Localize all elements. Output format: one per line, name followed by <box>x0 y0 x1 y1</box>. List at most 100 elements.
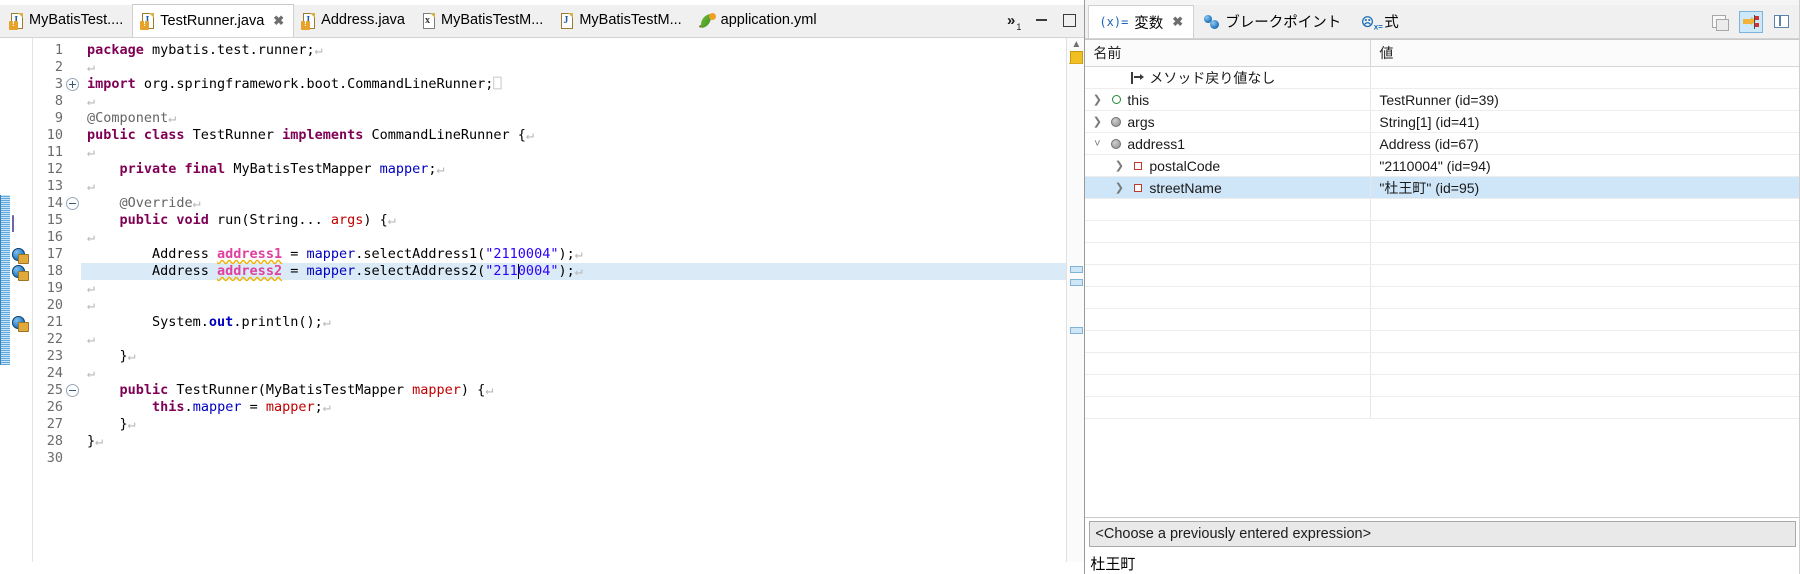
variable-value-cell[interactable] <box>1371 199 1800 220</box>
overview-marker-3[interactable] <box>1070 327 1084 334</box>
code-text-area[interactable]: package mybatis.test.runner;↵ ↵ import org… <box>81 38 1067 562</box>
variables-row[interactable] <box>1085 353 1800 375</box>
code-line[interactable]: ↵ <box>81 144 1066 161</box>
variable-name-cell[interactable]: ❯ args <box>1085 111 1372 132</box>
variable-name-cell[interactable] <box>1085 375 1372 396</box>
column-header-name[interactable]: 名前 <box>1085 40 1372 66</box>
variable-name-cell[interactable]: ❯ streetName <box>1085 177 1372 198</box>
editor-tab-3[interactable]: x MyBatisTestM... <box>414 4 552 37</box>
variables-row[interactable]: ❯ streetName "杜王町" (id=95) <box>1085 177 1800 199</box>
overview-scroll-up-icon[interactable]: ▲ <box>1071 40 1081 50</box>
fold-toggle-minus[interactable] <box>66 197 79 210</box>
variable-value-cell[interactable] <box>1371 375 1800 396</box>
editor-tab-2[interactable]: J Address.java <box>294 4 414 37</box>
expression-combo[interactable]: <Choose a previously entered expression> <box>1089 521 1796 547</box>
overview-marker-2[interactable] <box>1070 279 1084 286</box>
variable-name-cell[interactable]: ❯ postalCode <box>1085 155 1372 176</box>
variables-row[interactable] <box>1085 375 1800 397</box>
maximize-icon[interactable] <box>1063 14 1077 27</box>
variable-name-cell[interactable] <box>1085 221 1372 242</box>
variable-value-cell[interactable] <box>1371 353 1800 374</box>
debug-tab-2[interactable]: ☹x= 式 <box>1351 5 1409 38</box>
close-icon[interactable]: ✖ <box>1172 14 1183 30</box>
code-line[interactable]: public void run(String... args) {↵ <box>81 212 1066 229</box>
debug-tab-1[interactable]: ブレークポイント <box>1194 5 1351 38</box>
code-line[interactable]: ↵ <box>81 365 1066 382</box>
variables-table[interactable]: 名前 値 メソッド戻り値なし ❯ this TestRunner (id=39) ❯ ar… <box>1085 40 1800 517</box>
variables-row[interactable] <box>1085 199 1800 221</box>
variable-value-cell[interactable]: Address (id=67) <box>1371 133 1800 154</box>
code-line[interactable]: @Override↵ <box>81 195 1066 212</box>
variables-row[interactable] <box>1085 265 1800 287</box>
variable-name-cell[interactable] <box>1085 265 1372 286</box>
breakpoint-marker[interactable] <box>12 316 29 332</box>
editor-tab-5[interactable]: application.yml <box>691 4 826 37</box>
variable-name-cell[interactable]: ˅ address1 <box>1085 133 1372 154</box>
code-line[interactable]: ↵ <box>81 331 1066 348</box>
code-line[interactable]: }↵ <box>81 433 1066 450</box>
tree-twisty-icon[interactable]: ❯ <box>1111 181 1127 194</box>
tab-overflow-button[interactable]: » 1 <box>1007 12 1021 32</box>
code-line[interactable]: package mybatis.test.runner;↵ <box>81 42 1066 59</box>
column-header-value[interactable]: 値 <box>1371 40 1800 66</box>
variables-row[interactable] <box>1085 397 1800 419</box>
debug-tab-0[interactable]: (x)= 変数 ✖ <box>1088 5 1195 38</box>
folding-ruler[interactable] <box>65 38 81 562</box>
variable-value-cell[interactable] <box>1371 67 1800 88</box>
code-line[interactable]: ↵ <box>81 178 1066 195</box>
minimize-icon[interactable] <box>1035 15 1049 27</box>
variable-value-cell[interactable]: "杜王町" (id=95) <box>1371 177 1800 198</box>
variable-value-cell[interactable] <box>1371 265 1800 286</box>
editor-tab-1[interactable]: J TestRunner.java ✖ <box>132 4 295 37</box>
variable-name-cell[interactable] <box>1085 353 1372 374</box>
variable-value-cell[interactable] <box>1371 287 1800 308</box>
variables-row[interactable]: ˅ address1 Address (id=67) <box>1085 133 1800 155</box>
editor-tab-4[interactable]: J MyBatisTestM... <box>552 4 690 37</box>
variables-row[interactable]: ❯ args String[1] (id=41) <box>1085 111 1800 133</box>
variable-value-cell[interactable] <box>1371 331 1800 352</box>
close-icon[interactable]: ✖ <box>273 13 284 29</box>
variables-row[interactable] <box>1085 309 1800 331</box>
code-line[interactable]: ↵ <box>81 297 1066 314</box>
variables-row[interactable]: ❯ postalCode "2110004" (id=94) <box>1085 155 1800 177</box>
fold-toggle-minus[interactable] <box>66 384 79 397</box>
code-line[interactable]: ↵ <box>81 59 1066 76</box>
tree-twisty-icon[interactable]: ❯ <box>1089 93 1105 106</box>
fold-toggle-plus[interactable] <box>66 78 79 91</box>
code-line[interactable]: Address address2 = mapper.selectAddress2… <box>81 263 1067 280</box>
code-line[interactable]: private final MyBatisTestMapper mapper;↵ <box>81 161 1066 178</box>
variable-name-cell[interactable]: メソッド戻り値なし <box>1085 67 1372 88</box>
show-logical-structure-button[interactable] <box>1739 10 1763 33</box>
variable-value-cell[interactable]: String[1] (id=41) <box>1371 111 1800 132</box>
variables-row[interactable]: ❯ this TestRunner (id=39) <box>1085 89 1800 111</box>
code-line[interactable]: import org.springframework.boot.CommandL… <box>81 76 1066 93</box>
variables-row[interactable] <box>1085 221 1800 243</box>
collapse-all-button[interactable] <box>1708 11 1732 33</box>
variable-value-cell[interactable] <box>1371 309 1800 330</box>
variable-value-cell[interactable] <box>1371 397 1800 418</box>
variable-value-cell[interactable] <box>1371 243 1800 264</box>
tree-twisty-icon[interactable]: ❯ <box>1089 115 1105 128</box>
overview-ruler[interactable]: ▲ <box>1066 38 1085 562</box>
breakpoint-marker[interactable] <box>12 265 29 281</box>
code-line[interactable] <box>81 450 1066 467</box>
variable-name-cell[interactable]: ❯ this <box>1085 89 1372 110</box>
editor-tab-0[interactable]: J MyBatisTest.... <box>2 4 132 37</box>
code-line[interactable]: public class TestRunner implements Comma… <box>81 127 1066 144</box>
view-menu-button[interactable] <box>1770 11 1794 33</box>
code-line[interactable]: ↵ <box>81 280 1066 297</box>
variables-row[interactable] <box>1085 243 1800 265</box>
variables-row[interactable] <box>1085 287 1800 309</box>
code-line[interactable]: }↵ <box>81 416 1066 433</box>
variables-row[interactable] <box>1085 331 1800 353</box>
variable-value-cell[interactable] <box>1371 221 1800 242</box>
variable-name-cell[interactable] <box>1085 309 1372 330</box>
code-line[interactable]: @Component↵ <box>81 110 1066 127</box>
code-line[interactable]: Address address1 = mapper.selectAddress1… <box>81 246 1066 263</box>
tree-twisty-icon[interactable]: ❯ <box>1111 159 1127 172</box>
variable-name-cell[interactable] <box>1085 397 1372 418</box>
code-line[interactable]: public TestRunner(MyBatisTestMapper mapp… <box>81 382 1066 399</box>
breakpoint-marker[interactable] <box>12 248 29 264</box>
code-line[interactable]: ↵ <box>81 229 1066 246</box>
variables-row[interactable]: メソッド戻り値なし <box>1085 67 1800 89</box>
